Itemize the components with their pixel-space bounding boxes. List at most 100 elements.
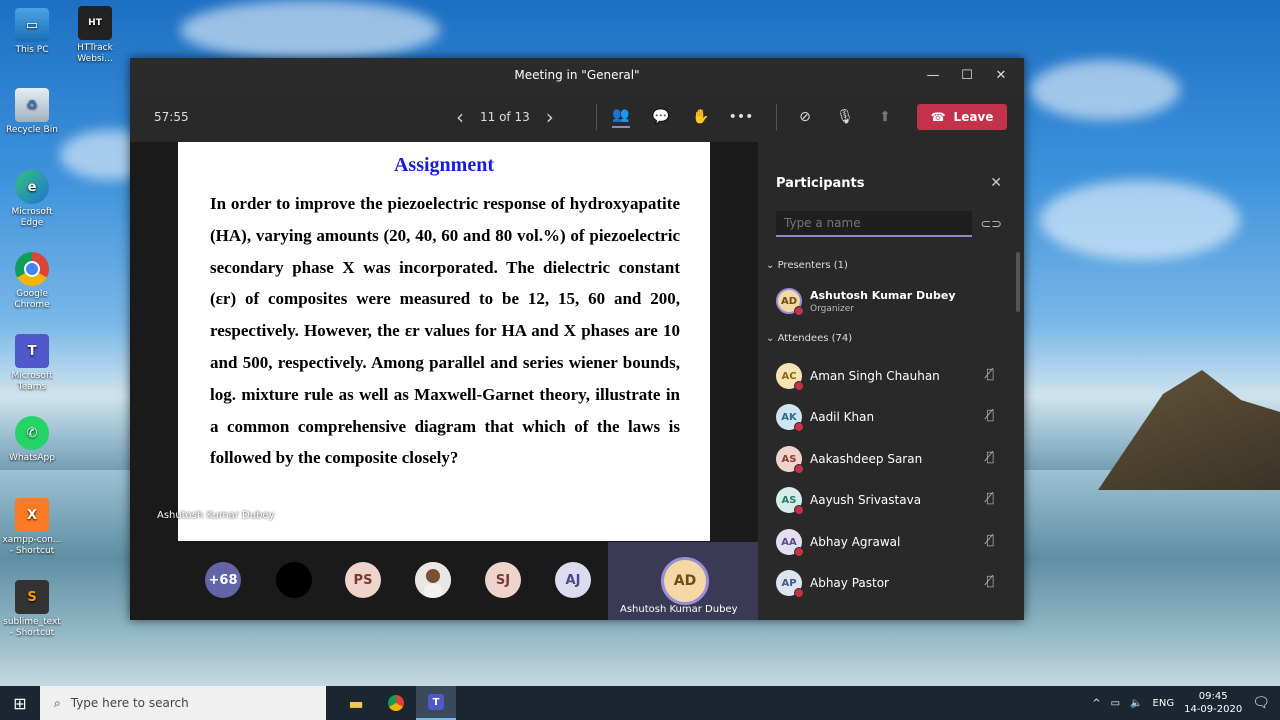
more-options-icon[interactable]: ••• [729, 108, 754, 126]
raise-hand-icon[interactable]: ✋ [692, 108, 710, 126]
collapse-chevron-icon: ⌄ [766, 333, 775, 344]
desktop-icon-sublime[interactable]: S sublime_text - Shortcut [1, 580, 63, 639]
attendees-section-header[interactable]: ⌄ Attendees (74) [766, 333, 852, 344]
close-window-icon[interactable]: ✕ [984, 58, 1018, 92]
participant-photo-avatar[interactable] [415, 562, 451, 598]
system-tray: ^ ▭ 🔈 ENG 09:45 14-09-2020 🗨 [1092, 686, 1280, 720]
battery-icon[interactable]: ▭ [1111, 698, 1120, 709]
participant-avatar[interactable]: SJ [485, 562, 521, 598]
desktop-icon-chrome[interactable]: Google Chrome [1, 252, 63, 311]
cloud [1030, 60, 1180, 120]
chat-icon[interactable]: 💬 [652, 108, 670, 126]
participant-avatar[interactable]: PS [345, 562, 381, 598]
desktop-icon-this-pc[interactable]: ▭ This PC [1, 8, 63, 56]
teams-icon: T [15, 334, 49, 368]
meeting-timer: 57:55 [154, 110, 189, 124]
mic-muted-icon: 🎙̸ [986, 574, 994, 589]
edge-icon: e [15, 170, 49, 204]
file-explorer-icon[interactable]: ▬ [336, 686, 376, 720]
leave-button[interactable]: ☎ Leave [917, 104, 1007, 130]
participant-name: Abhay Pastor [810, 576, 889, 590]
status-badge [794, 381, 804, 391]
participant-name: Aman Singh Chauhan [810, 369, 940, 383]
desktop-icon-whatsapp[interactable]: ✆ WhatsApp [1, 416, 63, 464]
sublime-icon: S [15, 580, 49, 614]
participant-name: Aakashdeep Saran [810, 452, 923, 466]
chrome-taskbar-icon[interactable] [376, 686, 416, 720]
participant-row[interactable]: AS Aayush Srivastava 🎙̸ [776, 485, 1006, 517]
taskbar-search-placeholder: Type here to search [70, 696, 189, 710]
tray-chevron-icon[interactable]: ^ [1092, 698, 1100, 709]
participants-icon[interactable]: 👥 [612, 106, 630, 128]
mic-muted-icon: 🎙̸ [986, 533, 994, 548]
active-speaker-name: Ashutosh Kumar Dubey [620, 604, 738, 615]
cloud [1040, 180, 1240, 260]
clock-time: 09:45 [1198, 691, 1228, 702]
desktop-icon-teams[interactable]: T Microsoft Teams [1, 334, 63, 393]
phone-hangup-icon: ☎ [930, 110, 946, 124]
camera-off-icon[interactable]: ⊘ [796, 108, 814, 126]
desktop-icon-recycle-bin[interactable]: ♻ Recycle Bin [1, 88, 63, 136]
overflow-participants-count[interactable]: +68 [205, 562, 241, 598]
participant-row[interactable]: AS Aakashdeep Saran 🎙̸ [776, 444, 1006, 476]
participant-name: Ashutosh Kumar Dubey [810, 289, 956, 302]
close-panel-icon[interactable]: ✕ [990, 175, 1002, 191]
previous-slide-icon[interactable]: ‹ [456, 105, 464, 129]
mic-muted-icon: 🎙̸ [986, 491, 994, 506]
desktop-icon-label: This PC [15, 45, 49, 55]
desktop-icon-label: Microsoft Edge [11, 207, 53, 228]
slide-pager: ‹ 11 of 13 › [456, 105, 554, 129]
status-badge [794, 588, 804, 598]
volume-icon[interactable]: 🔈 [1130, 698, 1142, 709]
window-title: Meeting in "General" [514, 68, 640, 82]
taskbar-search-box[interactable]: ⌕ Type here to search [40, 686, 326, 720]
mic-muted-icon: 🎙̸ [986, 408, 994, 423]
participant-row[interactable]: AA Abhay Agrawal 🎙̸ [776, 527, 1006, 559]
active-speaker-tile[interactable]: AD Ashutosh Kumar Dubey [608, 542, 758, 620]
presenters-label: Presenters (1) [777, 260, 848, 271]
shared-slide: Assignment In order to improve the piezo… [178, 142, 710, 541]
active-speaker-avatar: AD [661, 557, 709, 605]
meeting-toolbar: 57:55 ‹ 11 of 13 › 👥 💬 ✋ ••• ⊘ 🎙 ⬆ ☎ Lea… [130, 92, 1024, 142]
search-icon: ⌕ [54, 695, 61, 710]
meeting-stage: Assignment In order to improve the piezo… [130, 142, 758, 620]
minimize-icon[interactable]: — [916, 58, 950, 92]
windows-start-icon[interactable]: ⊞ [0, 686, 40, 720]
share-link-icon[interactable]: ⊂⊃ [980, 217, 1002, 232]
participants-panel: Participants ✕ ⊂⊃ ⌄ Presenters (1) AD As… [758, 142, 1024, 620]
slide-title: Assignment [393, 154, 494, 176]
desktop-icon-httrack[interactable]: HT HTTrack Websi... [64, 6, 126, 65]
desktop-icon-label: xampp-con... - Shortcut [2, 535, 62, 556]
taskbar-clock[interactable]: 09:45 14-09-2020 [1184, 690, 1242, 716]
next-slide-icon[interactable]: › [546, 105, 554, 129]
status-badge [794, 464, 804, 474]
status-badge [794, 422, 804, 432]
participant-row[interactable]: AP Abhay Pastor 🎙̸ [776, 568, 1006, 600]
attendees-label: Attendees (74) [777, 333, 853, 344]
maximize-icon[interactable]: ☐ [950, 58, 984, 92]
share-screen-icon[interactable]: ⬆ [876, 108, 894, 126]
participant-row[interactable]: AK Aadil Khan 🎙̸ [776, 402, 1006, 434]
participant-name: Aayush Srivastava [810, 493, 922, 507]
participant-video-tile[interactable] [276, 562, 312, 598]
slide-body-text: In order to improve the piezoelectric re… [210, 194, 680, 468]
desktop-icon-edge[interactable]: e Microsoft Edge [1, 170, 63, 229]
mic-muted-icon: 🎙̸ [986, 367, 994, 382]
httrack-icon: HT [78, 6, 112, 40]
title-bar: Meeting in "General" — ☐ ✕ [130, 58, 1024, 92]
presenters-section-header[interactable]: ⌄ Presenters (1) [766, 260, 848, 271]
participant-row[interactable]: AC Aman Singh Chauhan 🎙̸ [776, 361, 1006, 393]
recycle-bin-icon: ♻ [15, 88, 49, 122]
desktop-icon-xampp[interactable]: X xampp-con... - Shortcut [1, 498, 63, 557]
panel-scrollbar[interactable] [1016, 252, 1020, 312]
desktop-icon-label: HTTrack Websi... [77, 43, 113, 64]
participant-search-input[interactable] [776, 211, 972, 237]
language-indicator[interactable]: ENG [1153, 698, 1175, 709]
teams-taskbar-icon[interactable]: T [416, 686, 456, 720]
participant-avatar[interactable]: AJ [555, 562, 591, 598]
participant-row-presenter[interactable]: AD Ashutosh Kumar Dubey Organizer [776, 286, 1006, 318]
participant-name: Abhay Agrawal [810, 535, 901, 549]
mic-off-icon[interactable]: 🎙 [836, 108, 854, 126]
notifications-icon[interactable]: 🗨 [1252, 695, 1270, 711]
whatsapp-icon: ✆ [15, 416, 49, 450]
